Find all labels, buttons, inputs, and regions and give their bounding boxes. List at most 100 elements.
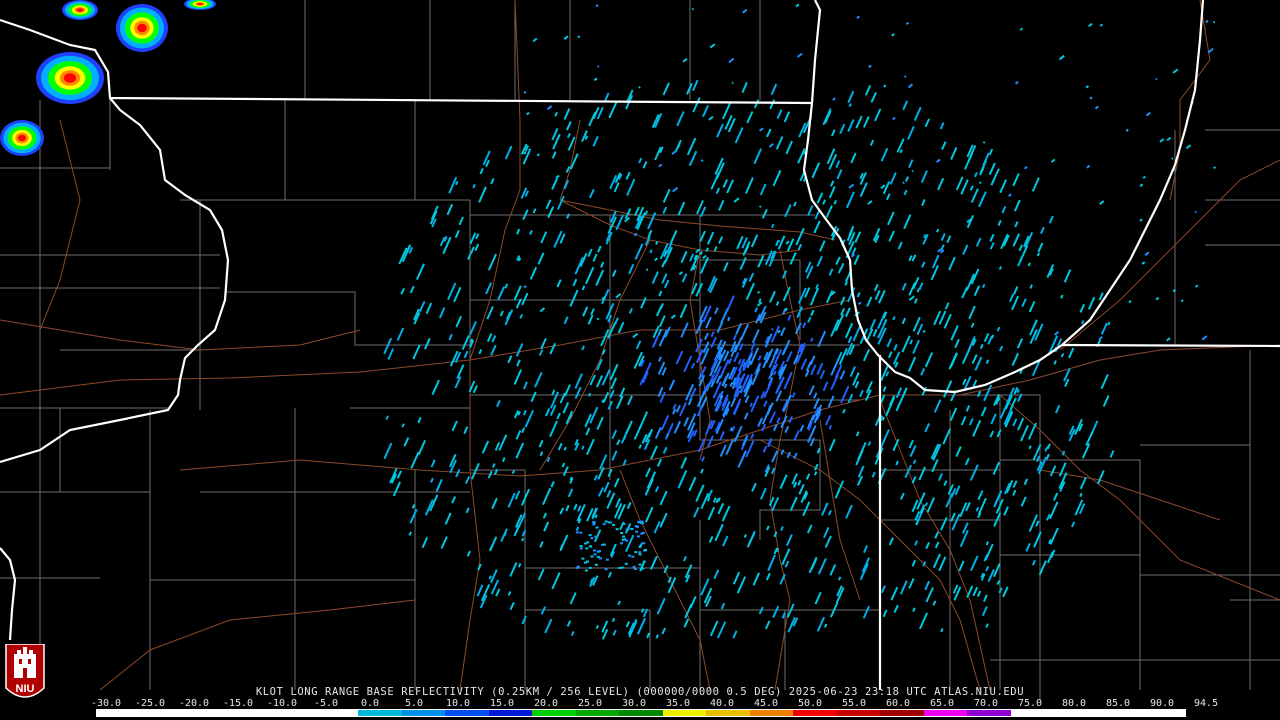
echo-streak bbox=[617, 321, 625, 334]
echo-streak bbox=[720, 602, 726, 610]
echo-streak bbox=[829, 564, 837, 576]
echo-streak bbox=[821, 502, 829, 516]
echo-streak bbox=[1081, 319, 1085, 325]
echo-streak bbox=[990, 168, 1000, 186]
echo-streak bbox=[816, 192, 824, 204]
echo-cell bbox=[637, 520, 641, 523]
echo-streak bbox=[848, 183, 855, 189]
product-caption: KLOT LONG RANGE BASE REFLECTIVITY (0.25K… bbox=[255, 686, 1025, 698]
echo-streak bbox=[597, 487, 604, 497]
echo-streak bbox=[855, 431, 860, 437]
echo-streak bbox=[880, 184, 886, 190]
echo-streak bbox=[714, 523, 724, 542]
colorbar-swatch bbox=[575, 710, 620, 716]
echo-streak bbox=[1107, 321, 1111, 326]
echo-streak bbox=[810, 309, 815, 317]
echo-streak bbox=[454, 229, 460, 239]
echo-streak bbox=[964, 457, 970, 466]
echo-streak bbox=[1028, 445, 1032, 450]
echo-streak bbox=[984, 543, 994, 561]
echo-streak bbox=[1180, 299, 1184, 303]
echo-streak bbox=[536, 153, 540, 157]
colorbar-swatch bbox=[880, 710, 924, 716]
colorbar-label: -10.0 bbox=[266, 698, 298, 709]
echo-streak bbox=[976, 390, 982, 398]
highway bbox=[99, 599, 416, 691]
echo-streak bbox=[615, 214, 624, 231]
echo-streak bbox=[516, 228, 521, 235]
echo-streak bbox=[563, 384, 572, 397]
echo-streak bbox=[435, 478, 443, 492]
echo-streak bbox=[807, 205, 814, 216]
echo-streak bbox=[862, 605, 871, 619]
echo-streak bbox=[611, 269, 617, 278]
echo-cell bbox=[592, 549, 596, 552]
echo-streak bbox=[872, 328, 878, 337]
echo-streak bbox=[396, 327, 405, 341]
echo-streak bbox=[592, 253, 598, 262]
echo-streak bbox=[1031, 559, 1037, 566]
echo-streak bbox=[677, 201, 686, 216]
echo-streak bbox=[725, 439, 734, 456]
echo-streak bbox=[1023, 478, 1029, 486]
echo-cell bbox=[602, 523, 606, 526]
echo-streak bbox=[1079, 492, 1083, 497]
echo-streak bbox=[464, 476, 471, 485]
echo-streak bbox=[383, 442, 393, 460]
echo-streak bbox=[553, 230, 563, 248]
echo-streak bbox=[551, 151, 557, 159]
echo-streak bbox=[985, 565, 990, 572]
echo-streak bbox=[1099, 200, 1105, 205]
echo-streak bbox=[1155, 77, 1158, 81]
echo-streak bbox=[882, 609, 888, 618]
echo-streak bbox=[562, 401, 570, 414]
echo-streak bbox=[732, 334, 737, 341]
echo-streak bbox=[713, 569, 720, 580]
echo-streak bbox=[1012, 418, 1018, 427]
echo-streak bbox=[753, 148, 763, 165]
colorbar-swatch bbox=[836, 710, 881, 716]
echo-streak bbox=[455, 468, 461, 478]
echo-streak bbox=[871, 471, 876, 478]
echo-streak bbox=[539, 451, 544, 457]
echo-streak bbox=[472, 183, 476, 189]
echo-streak bbox=[636, 617, 647, 635]
echo-cell bbox=[588, 534, 592, 537]
echo-streak bbox=[456, 364, 465, 379]
echo-streak bbox=[888, 537, 894, 546]
echo-streak bbox=[813, 463, 819, 471]
echo-streak bbox=[672, 408, 677, 415]
echo-streak bbox=[679, 303, 688, 319]
echo-streak bbox=[955, 446, 962, 458]
echo-streak bbox=[968, 418, 974, 426]
echo-streak bbox=[780, 526, 784, 532]
echo-streak bbox=[624, 534, 635, 553]
colorbar-swatch bbox=[1010, 710, 1055, 716]
colorbar-swatch bbox=[271, 710, 315, 716]
echo-streak bbox=[975, 237, 982, 247]
echo-streak bbox=[682, 58, 688, 63]
colorbar-swatch bbox=[184, 710, 228, 716]
echo-cell bbox=[605, 558, 609, 561]
echo-streak bbox=[474, 243, 480, 252]
echo-streak bbox=[713, 246, 718, 252]
echo-streak bbox=[836, 169, 843, 180]
echo-streak bbox=[970, 188, 979, 203]
colorbar-label: 25.0 bbox=[577, 698, 603, 709]
echo-streak bbox=[1086, 164, 1091, 169]
county-border bbox=[225, 291, 470, 346]
echo-streak bbox=[1011, 295, 1020, 311]
echo-streak bbox=[509, 601, 515, 611]
echo-cell bbox=[581, 557, 585, 560]
echo-streak bbox=[611, 450, 618, 461]
echo-cell bbox=[640, 520, 644, 523]
echo-streak bbox=[585, 427, 591, 436]
echo-streak bbox=[791, 392, 796, 398]
colorbar-label: 40.0 bbox=[709, 698, 735, 709]
echo-streak bbox=[854, 231, 862, 243]
echo-streak bbox=[914, 540, 919, 546]
echo-streak bbox=[859, 389, 864, 398]
echo-streak bbox=[1036, 252, 1041, 257]
storm-cell-layer bbox=[197, 2, 203, 6]
echo-streak bbox=[501, 457, 506, 463]
